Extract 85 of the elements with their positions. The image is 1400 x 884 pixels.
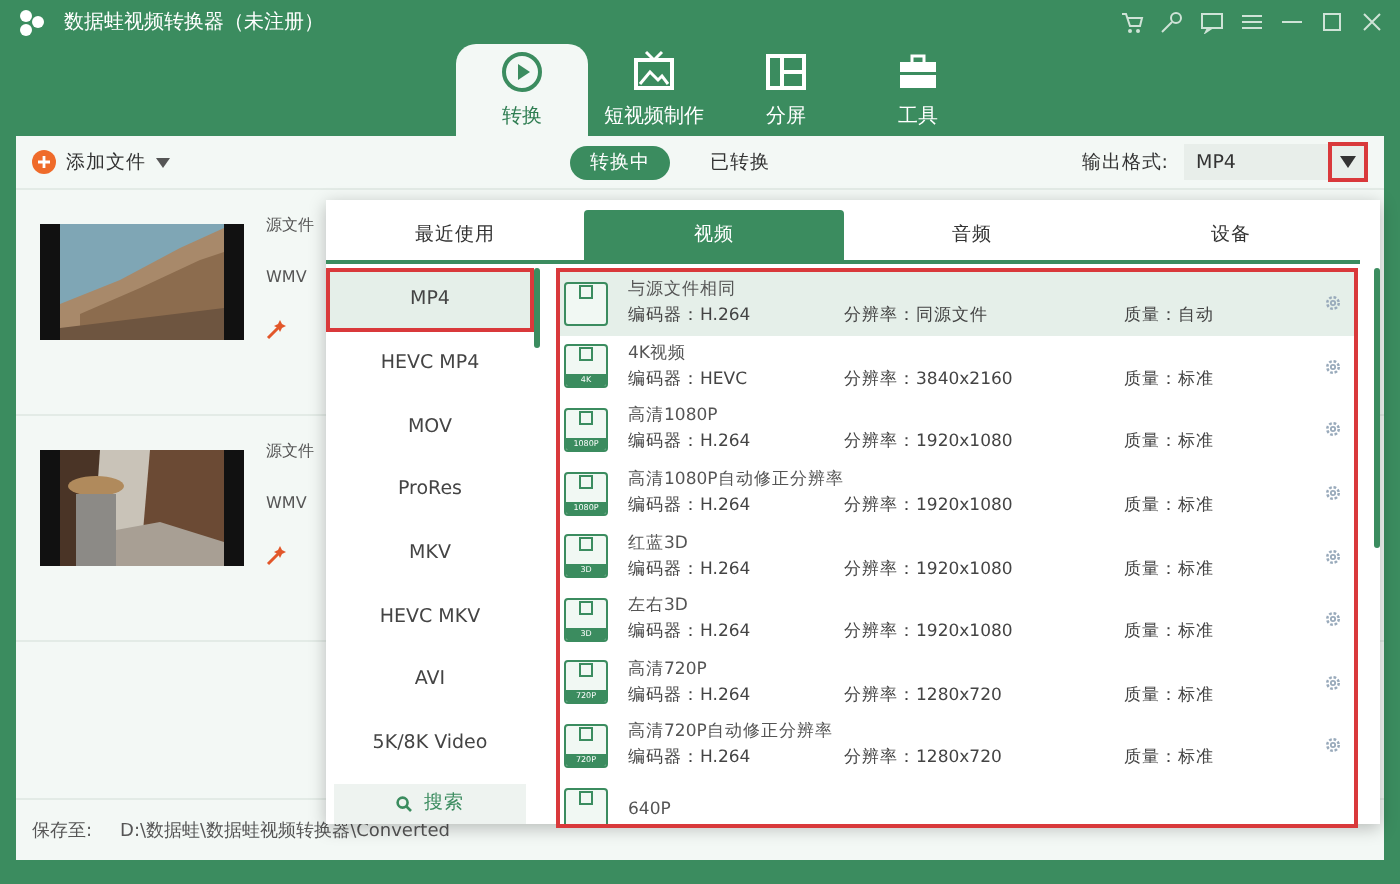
add-files-button[interactable]: 添加文件 xyxy=(32,149,170,175)
resolution-text: 分辨率：1920x1080 xyxy=(844,430,1015,455)
preset-row[interactable]: 与源文件相同 编码器：H.264 分辨率：同源文件 质量：自动 xyxy=(560,272,1354,336)
quality-text: 质量：标准 xyxy=(1124,746,1216,771)
video-file-icon xyxy=(564,787,608,824)
resolution-text: 分辨率：1920x1080 xyxy=(844,557,1015,582)
plus-icon xyxy=(32,150,56,174)
maximize-icon[interactable] xyxy=(1320,10,1344,34)
preset-name: 红蓝3D xyxy=(628,531,690,556)
save-to-label: 保存至: xyxy=(32,819,93,843)
preset-name: 高清720P自动修正分辨率 xyxy=(628,720,835,745)
chat-icon[interactable] xyxy=(1200,10,1224,34)
menu-icon[interactable] xyxy=(1240,10,1264,34)
segment-tab[interactable]: 转换中 xyxy=(570,145,670,179)
encoder-text: 编码器：H.264 xyxy=(628,304,753,329)
resolution-text: 分辨率：1280x720 xyxy=(844,746,1004,771)
quality-text: 质量：标准 xyxy=(1124,494,1216,519)
resolution-text: 分辨率：同源文件 xyxy=(844,304,990,329)
encoder-text: 编码器：H.264 xyxy=(628,620,753,645)
format-tab[interactable]: 音频 xyxy=(843,210,1102,260)
preset-name: 640P xyxy=(628,799,673,820)
encoder-text: 编码器：HEVC xyxy=(628,367,750,392)
encoder-text: 编码器：H.264 xyxy=(628,494,753,519)
source-label: 源文件 xyxy=(266,214,314,236)
encoder-text: 编码器：H.264 xyxy=(628,683,753,708)
format-tab[interactable]: 视频 xyxy=(584,210,843,260)
logo-icon xyxy=(16,6,48,38)
settings-icon[interactable] xyxy=(1324,420,1342,439)
preset-name: 高清1080P自动修正分辨率 xyxy=(628,468,846,493)
encoder-text: 编码器：H.264 xyxy=(628,557,753,582)
tv-icon xyxy=(632,50,676,94)
preset-name: 与源文件相同 xyxy=(628,278,738,303)
settings-icon[interactable] xyxy=(1324,736,1342,755)
quality-text: 质量：标准 xyxy=(1124,367,1216,392)
video-file-icon xyxy=(564,281,608,326)
split-screen-icon xyxy=(764,50,808,94)
preset-name: 4K视频 xyxy=(628,341,688,366)
resolution-text: 分辨率：3840x2160 xyxy=(844,367,1015,392)
quality-text: 质量：标准 xyxy=(1124,430,1216,455)
nav-tab[interactable]: 分屏 xyxy=(720,44,852,136)
nav-tab[interactable]: 转换 xyxy=(456,44,588,136)
format-item[interactable]: MP4 xyxy=(326,268,534,332)
nav-tab[interactable]: 工具 xyxy=(852,44,984,136)
settings-icon[interactable] xyxy=(1324,673,1342,692)
encoder-text: 编码器：H.264 xyxy=(628,430,753,455)
format-label: WMV xyxy=(266,268,309,286)
window-title: 数据蛙视频转换器（未注册） xyxy=(64,9,326,36)
search-button[interactable]: 搜索 xyxy=(334,783,526,824)
convert-icon xyxy=(500,50,544,94)
format-label: WMV xyxy=(266,494,309,512)
scrollbar[interactable] xyxy=(1374,268,1380,548)
encoder-text: 编码器：H.264 xyxy=(628,746,753,771)
magic-wand-icon[interactable] xyxy=(266,318,288,340)
resolution-text: 分辨率：1280x720 xyxy=(844,683,1004,708)
settings-icon[interactable] xyxy=(1324,610,1342,629)
output-format-field[interactable]: MP4 xyxy=(1184,144,1328,180)
settings-icon[interactable] xyxy=(1324,357,1342,376)
magic-wand-icon[interactable] xyxy=(266,544,288,566)
quality-text: 质量：标准 xyxy=(1124,620,1216,645)
quality-text: 质量：标准 xyxy=(1124,683,1216,708)
quality-text: 质量：自动 xyxy=(1124,304,1216,329)
preset-name: 高清1080P xyxy=(628,404,720,429)
caret-icon xyxy=(1340,156,1356,168)
resolution-text: 分辨率：1920x1080 xyxy=(844,620,1015,645)
cart-icon[interactable] xyxy=(1120,10,1144,34)
scrollbar[interactable] xyxy=(534,268,540,348)
nav-tab[interactable]: 短视频制作 xyxy=(588,44,720,136)
key-icon[interactable] xyxy=(1160,10,1184,34)
preset-name: 左右3D xyxy=(628,594,690,619)
settings-icon[interactable] xyxy=(1324,547,1342,566)
toolbox-icon xyxy=(896,50,940,94)
quality-text: 质量：标准 xyxy=(1124,557,1216,582)
settings-icon[interactable] xyxy=(1324,484,1342,503)
preset-name: 高清720P xyxy=(628,657,709,682)
resolution-text: 分辨率：1920x1080 xyxy=(844,494,1015,519)
source-label: 源文件 xyxy=(266,440,314,462)
segment-tab[interactable]: 已转换 xyxy=(690,145,790,179)
close-icon[interactable] xyxy=(1360,10,1384,34)
settings-icon[interactable] xyxy=(1324,294,1342,313)
search-icon xyxy=(396,795,412,812)
format-tab[interactable]: 设备 xyxy=(1101,210,1360,260)
output-format-label: 输出格式: xyxy=(1081,149,1168,175)
dropdown-button[interactable] xyxy=(1328,142,1368,182)
format-tab[interactable]: 最近使用 xyxy=(326,210,585,260)
caret-icon xyxy=(156,157,170,167)
